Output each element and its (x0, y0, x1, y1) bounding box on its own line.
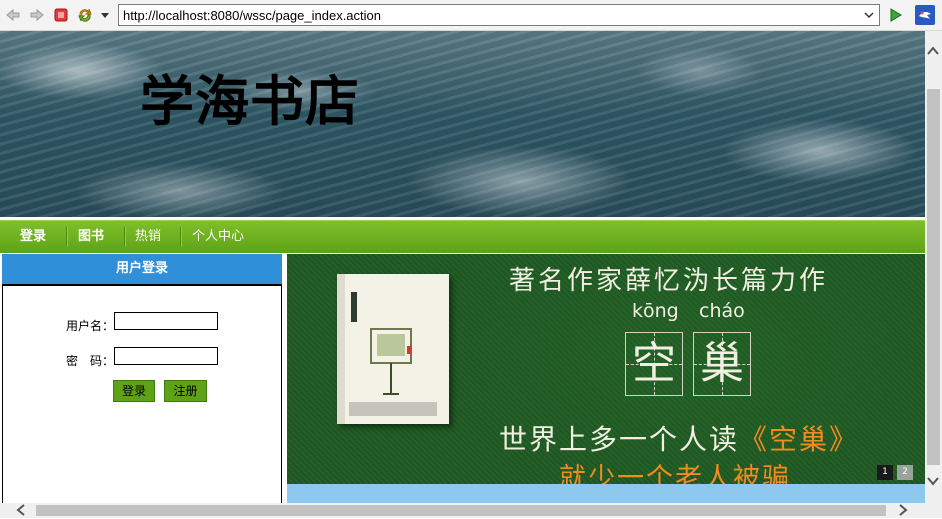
register-button[interactable]: 注册 (164, 380, 207, 402)
ad-glyph-box-2: 巢 (693, 332, 751, 396)
login-button[interactable]: 登录 (113, 380, 155, 402)
ad-glyph-1: 空 (632, 338, 676, 389)
password-input[interactable] (114, 347, 218, 365)
main-nav: 登录 图书 热销 个人中心 (0, 220, 925, 253)
ad-glyph-2: 巢 (700, 338, 744, 389)
scroll-down-icon[interactable] (927, 475, 939, 489)
nav-item-login[interactable]: 登录 (20, 221, 46, 253)
ad-pinyin-2: cháo (699, 300, 745, 322)
scroll-up-icon[interactable] (927, 45, 939, 59)
go-icon[interactable] (886, 6, 904, 24)
nav-divider (180, 227, 182, 247)
ad-glyph-box-1: 空 (625, 332, 683, 396)
scroll-right-icon[interactable] (898, 504, 908, 519)
carousel-page-1[interactable]: 1 (877, 465, 893, 480)
nav-divider (124, 227, 126, 247)
refresh-icon[interactable] (76, 6, 94, 24)
ad-carousel[interactable]: 著名作家薛忆沩长篇力作 kōng cháo 空 巢 世界上多一个人读《空巢》 就… (287, 254, 925, 484)
ad-slogan-main: 世界上多一个人读 (499, 423, 740, 456)
horizontal-scroll-thumb[interactable] (36, 505, 886, 516)
scroll-left-icon[interactable] (16, 504, 26, 519)
login-header: 用户登录 (2, 254, 282, 284)
ad-caption-strip (287, 484, 925, 503)
nav-item-hot[interactable]: 热销 (135, 221, 161, 253)
password-label: 密 码： (66, 354, 115, 368)
book-illustration (349, 292, 437, 416)
horizontal-scrollbar[interactable] (0, 503, 942, 518)
ad-slogan-line-2: 就少一个老人被骗 (559, 463, 791, 484)
login-panel: 用户名： 密 码： 登录 注册 (2, 284, 282, 503)
back-icon[interactable] (4, 6, 22, 24)
site-title: 学海书店 (140, 70, 360, 133)
page-viewport: 学海书店 登录 图书 热销 个人中心 用户登录 用户名： 密 码： 登录 注册 (0, 31, 925, 503)
address-url[interactable]: http://localhost:8080/wssc/page_index.ac… (123, 8, 381, 23)
nav-item-profile[interactable]: 个人中心 (192, 221, 244, 253)
username-label: 用户名： (66, 319, 115, 333)
forward-icon[interactable] (28, 6, 46, 24)
ad-pinyin-1: kōng (632, 300, 679, 322)
address-dropdown-icon[interactable] (861, 7, 877, 23)
book-cover-image (337, 274, 449, 424)
ad-slogan-line-1: 世界上多一个人读《空巢》 (499, 418, 859, 458)
address-bar[interactable]: http://localhost:8080/wssc/page_index.ac… (118, 4, 880, 26)
chevron-down-icon[interactable] (96, 6, 114, 24)
browser-toolbar: http://localhost:8080/wssc/page_index.ac… (0, 0, 942, 31)
ad-headline: 著名作家薛忆沩长篇力作 (509, 266, 829, 296)
username-input[interactable] (114, 312, 218, 330)
nav-item-books[interactable]: 图书 (78, 221, 104, 253)
vertical-scrollbar[interactable] (925, 31, 942, 503)
ad-slogan-highlight: 《空巢》 (739, 423, 860, 456)
nav-divider (66, 227, 68, 247)
vertical-scroll-thumb[interactable] (927, 89, 940, 465)
carousel-page-2[interactable]: 2 (897, 465, 913, 480)
site-banner: 学海书店 (0, 31, 925, 217)
app-logo-icon[interactable] (915, 5, 935, 25)
stop-icon[interactable] (52, 6, 70, 24)
